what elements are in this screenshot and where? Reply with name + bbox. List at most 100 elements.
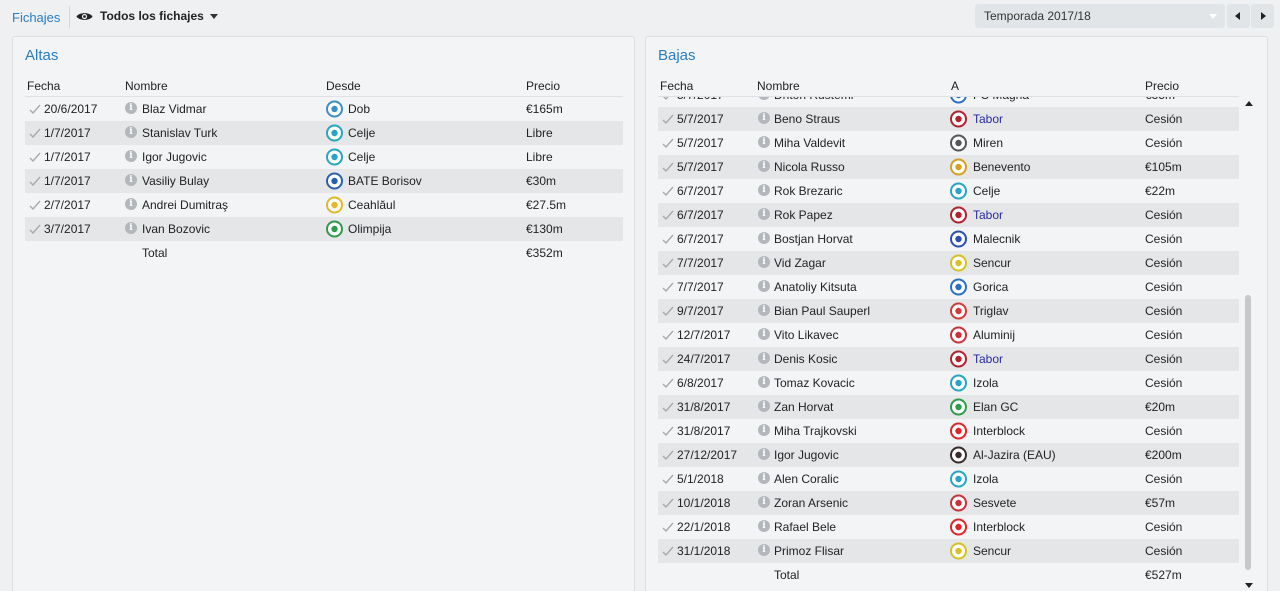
transfer-row[interactable]: 22/1/2018 i Rafael Bele Interblock Cesión [658, 515, 1239, 539]
transfer-row[interactable]: 12/7/2017 i Vito Likavec Aluminij Cesión [658, 323, 1239, 347]
player-name[interactable]: Vid Zagar [774, 256, 826, 270]
info-icon[interactable]: i [125, 150, 137, 162]
transfer-row[interactable]: 31/8/2017 i Miha Trajkovski Interblock Cesió… [658, 419, 1239, 443]
player-name[interactable]: Stanislav Turk [142, 126, 217, 140]
player-name[interactable]: Blaz Vidmar [142, 102, 206, 116]
column-header-nombre[interactable]: Nombre [757, 79, 800, 93]
player-name[interactable]: Zan Horvat [774, 400, 833, 414]
club-name[interactable]: Malecnik [973, 232, 1020, 246]
club-name[interactable]: Tabor [973, 352, 1003, 366]
player-name[interactable]: Primoz Flisar [774, 544, 844, 558]
player-name[interactable]: Rok Papez [774, 208, 833, 222]
transfer-row[interactable]: 20/6/2017 i Blaz Vidmar Dob €165m [25, 97, 623, 121]
transfer-row[interactable]: 31/1/2018 i Primoz Flisar Sencur Cesión [658, 539, 1239, 563]
transfer-row[interactable]: 7/7/2017 i Vid Zagar Sencur Cesión [658, 251, 1239, 275]
transfer-row[interactable]: 5/7/2017 i Beno Straus Tabor Cesión [658, 107, 1239, 131]
player-name[interactable]: Rafael Bele [774, 520, 836, 534]
player-name[interactable]: Miha Valdevit [774, 136, 845, 150]
player-name[interactable]: Igor Jugovic [142, 150, 207, 164]
transfer-row[interactable]: 5/7/2017 i Nicola Russo Benevento €105m [658, 155, 1239, 179]
next-season-button[interactable] [1251, 4, 1274, 28]
player-name[interactable]: Igor Jugovic [774, 448, 839, 462]
column-header-fecha[interactable]: Fecha [660, 79, 693, 93]
info-icon[interactable]: i [125, 174, 137, 186]
info-icon[interactable]: i [758, 97, 770, 100]
player-name[interactable]: Bian Paul Sauperl [774, 304, 870, 318]
player-name[interactable]: Denis Kosic [774, 352, 837, 366]
club-name[interactable]: Izola [973, 376, 998, 390]
club-name[interactable]: Sencur [973, 544, 1011, 558]
tab-fichajes[interactable]: Fichajes [12, 10, 60, 25]
club-name[interactable]: Olimpija [348, 222, 391, 236]
transfer-row[interactable]: 6/8/2017 i Tomaz Kovacic Izola Cesión [658, 371, 1239, 395]
transfer-row[interactable]: 7/7/2017 i Anatoliy Kitsuta Gorica Cesión [658, 275, 1239, 299]
club-name[interactable]: Interblock [973, 520, 1025, 534]
transfer-row[interactable]: 6/7/2017 i Bostjan Horvat Malecnik Cesión [658, 227, 1239, 251]
club-name[interactable]: FC Magna [973, 97, 1029, 102]
scroll-up-icon[interactable] [1245, 101, 1253, 106]
previous-season-button[interactable] [1227, 4, 1250, 28]
info-icon[interactable]: i [758, 208, 770, 220]
player-name[interactable]: Nicola Russo [774, 160, 845, 174]
info-icon[interactable]: i [758, 184, 770, 196]
column-header-fecha[interactable]: Fecha [27, 79, 60, 93]
player-name[interactable]: Driton Rustemi [774, 97, 853, 102]
season-dropdown[interactable]: Temporada 2017/18 [975, 4, 1225, 28]
transfer-row[interactable]: 1/7/2017 i Vasiliy Bulay BATE Borisov €30m [25, 169, 623, 193]
club-name[interactable]: Sesvete [973, 496, 1016, 510]
player-name[interactable]: Anatoliy Kitsuta [774, 280, 857, 294]
transfer-row[interactable]: 5/7/2017 i Driton Rustemi FC Magna €35m [658, 97, 1239, 107]
info-icon[interactable]: i [758, 136, 770, 148]
info-icon[interactable]: i [125, 126, 137, 138]
info-icon[interactable]: i [125, 222, 137, 234]
column-header-precio[interactable]: Precio [1145, 79, 1179, 93]
club-name[interactable]: Celje [973, 184, 1000, 198]
transfer-row[interactable]: 27/12/2017 i Igor Jugovic Al-Jazira (EAU) €2… [658, 443, 1239, 467]
club-name[interactable]: Benevento [973, 160, 1030, 174]
transfer-row[interactable]: 5/1/2018 i Alen Coralic Izola Cesión [658, 467, 1239, 491]
club-name[interactable]: Elan GC [973, 400, 1018, 414]
player-name[interactable]: Vasiliy Bulay [142, 174, 209, 188]
transfer-row[interactable]: 10/1/2018 i Zoran Arsenic Sesvete €57m [658, 491, 1239, 515]
player-name[interactable]: Vito Likavec [774, 328, 838, 342]
transfer-row[interactable]: 31/8/2017 i Zan Horvat Elan GC €20m [658, 395, 1239, 419]
column-header-nombre[interactable]: Nombre [125, 79, 168, 93]
info-icon[interactable]: i [125, 198, 137, 210]
club-name[interactable]: Sencur [973, 256, 1011, 270]
transfer-row[interactable]: 3/7/2017 i Ivan Bozovic Olimpija €130m [25, 217, 623, 241]
club-name[interactable]: Dob [348, 102, 370, 116]
column-header-precio[interactable]: Precio [526, 79, 560, 93]
info-icon[interactable]: i [758, 256, 770, 268]
transfer-row[interactable]: 1/7/2017 i Igor Jugovic Celje Libre [25, 145, 623, 169]
club-name[interactable]: Triglav [973, 304, 1009, 318]
column-header-desde[interactable]: Desde [326, 79, 361, 93]
club-name[interactable]: Tabor [973, 208, 1003, 222]
view-filter-dropdown[interactable]: Todos los fichajes [76, 9, 218, 23]
info-icon[interactable]: i [758, 400, 770, 412]
info-icon[interactable]: i [758, 520, 770, 532]
transfer-row[interactable]: 5/7/2017 i Miha Valdevit Miren Cesión [658, 131, 1239, 155]
transfer-row[interactable]: 6/7/2017 i Rok Brezaric Celje €22m [658, 179, 1239, 203]
scroll-down-icon[interactable] [1245, 583, 1253, 588]
info-icon[interactable]: i [758, 352, 770, 364]
scrollbar-thumb[interactable] [1245, 295, 1251, 570]
club-name[interactable]: Ceahlăul [348, 198, 395, 212]
player-name[interactable]: Beno Straus [774, 112, 840, 126]
player-name[interactable]: Tomaz Kovacic [774, 376, 855, 390]
transfer-row[interactable]: 24/7/2017 i Denis Kosic Tabor Cesión [658, 347, 1239, 371]
info-icon[interactable]: i [758, 448, 770, 460]
info-icon[interactable]: i [758, 232, 770, 244]
club-name[interactable]: Celje [348, 150, 375, 164]
column-header-a[interactable]: A [951, 79, 959, 93]
transfer-row[interactable]: 1/7/2017 i Stanislav Turk Celje Libre [25, 121, 623, 145]
info-icon[interactable]: i [758, 280, 770, 292]
club-name[interactable]: Al-Jazira (EAU) [973, 448, 1056, 462]
transfer-row[interactable]: 6/7/2017 i Rok Papez Tabor Cesión [658, 203, 1239, 227]
info-icon[interactable]: i [758, 328, 770, 340]
club-name[interactable]: Interblock [973, 424, 1025, 438]
info-icon[interactable]: i [758, 160, 770, 172]
info-icon[interactable]: i [758, 304, 770, 316]
club-name[interactable]: BATE Borisov [348, 174, 422, 188]
club-name[interactable]: Miren [973, 136, 1003, 150]
info-icon[interactable]: i [758, 472, 770, 484]
